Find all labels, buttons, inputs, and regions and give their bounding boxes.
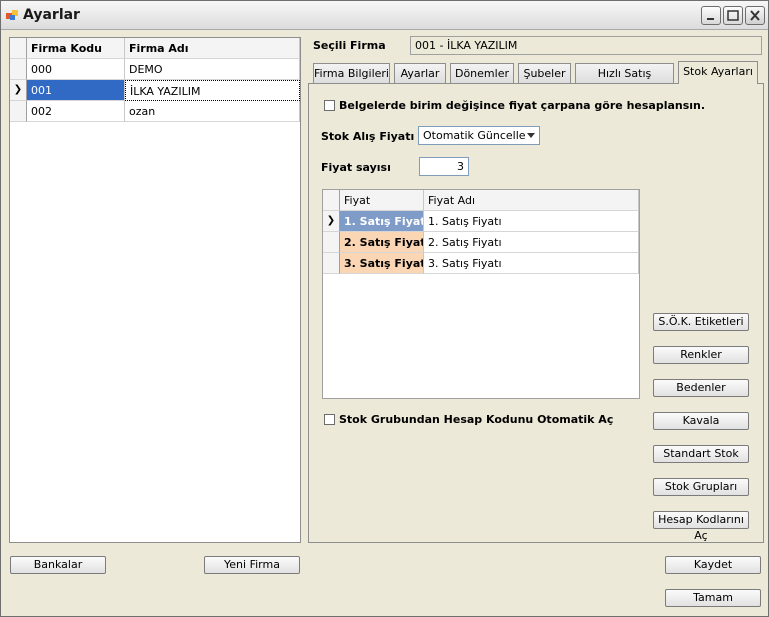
price-grid[interactable]: Fiyat Fiyat Adı ❯ 1. Satış Fiyatı 1. Sat… <box>322 189 640 399</box>
sizes-button[interactable]: Bedenler <box>653 379 749 397</box>
col-firma-kodu[interactable]: Firma Kodu <box>27 38 125 59</box>
grid-corner <box>10 38 27 59</box>
maximize-icon <box>727 10 739 21</box>
window-title: Ayarlar <box>23 7 80 23</box>
row-header[interactable] <box>10 101 27 122</box>
price-count-label: Fiyat sayısı <box>321 161 391 174</box>
price-name-cell[interactable]: 1. Satış Fiyatı <box>424 211 639 232</box>
selected-firm-label: Seçili Firma <box>313 39 386 52</box>
row-header[interactable] <box>323 232 340 253</box>
grid-corner <box>323 190 340 211</box>
selected-firm-field: 001 - İLKA YAZILIM <box>410 36 762 55</box>
close-button[interactable] <box>745 6 765 25</box>
current-row-indicator[interactable]: ❯ <box>323 211 340 232</box>
current-row-indicator[interactable]: ❯ <box>10 80 27 101</box>
purchase-price-label: Stok Alış Fiyatı <box>321 130 415 143</box>
unit-price-checkbox[interactable] <box>324 100 335 111</box>
kavala-button[interactable]: Kavala <box>653 412 749 430</box>
tab-ayarlar[interactable]: Ayarlar <box>394 63 446 84</box>
ok-button[interactable]: Tamam <box>665 589 761 607</box>
price-cell[interactable]: 1. Satış Fiyatı <box>340 211 424 232</box>
purchase-price-select[interactable]: Otomatik Güncelle <box>418 126 540 145</box>
firm-code-cell[interactable]: 001 <box>27 80 125 101</box>
title-bar[interactable]: Ayarlar <box>1 1 768 30</box>
purchase-price-value: Otomatik Güncelle <box>423 129 526 142</box>
maximize-button[interactable] <box>723 6 743 25</box>
tab-stok-ayarlari[interactable]: Stok Ayarları <box>678 61 758 84</box>
row-header[interactable] <box>10 59 27 80</box>
open-account-codes-button[interactable]: Hesap Kodlarını Aç <box>653 511 749 542</box>
sok-labels-button[interactable]: S.Ö.K. Etiketleri <box>653 313 749 331</box>
tab-donemler[interactable]: Dönemler <box>450 63 514 84</box>
col-firma-adi[interactable]: Firma Adı <box>125 38 300 59</box>
firm-name-cell[interactable]: DEMO <box>125 59 300 80</box>
banks-button[interactable]: Bankalar <box>10 556 106 574</box>
price-cell[interactable]: 3. Satış Fiyatı <box>340 253 424 274</box>
colors-button[interactable]: Renkler <box>653 346 749 364</box>
settings-window: Ayarlar Firma Kodu Firma Adı 000 DEMO ❯ … <box>0 0 769 617</box>
firm-code-cell[interactable]: 000 <box>27 59 125 80</box>
standard-stock-button[interactable]: Standart Stok <box>653 445 749 463</box>
price-name-cell[interactable]: 2. Satış Fiyatı <box>424 232 639 253</box>
firm-code-cell[interactable]: 002 <box>27 101 125 122</box>
row-header[interactable] <box>323 253 340 274</box>
app-icon <box>6 10 18 20</box>
col-fiyat-adi[interactable]: Fiyat Adı <box>424 190 639 211</box>
firm-name-cell[interactable]: ozan <box>125 101 300 122</box>
tab-hizli-satis-ayarlari[interactable]: Hızlı Satış Ayarları <box>575 63 674 100</box>
auto-account-checkbox[interactable] <box>324 414 335 425</box>
save-button[interactable]: Kaydet <box>665 556 761 574</box>
price-name-cell[interactable]: 3. Satış Fiyatı <box>424 253 639 274</box>
tab-firma-bilgileri[interactable]: Firma Bilgileri <box>313 63 390 84</box>
firm-name-cell[interactable]: İLKA YAZILIM <box>125 80 300 101</box>
price-cell[interactable]: 2. Satış Fiyatı <box>340 232 424 253</box>
minimize-icon <box>707 18 714 20</box>
auto-account-checkbox-label[interactable]: Stok Grubundan Hesap Kodunu Otomatik Aç <box>339 413 613 426</box>
tab-subeler[interactable]: Şubeler <box>518 63 571 84</box>
unit-price-checkbox-label[interactable]: Belgelerde birim değişince fiyat çarpana… <box>339 99 705 112</box>
close-icon <box>750 10 760 21</box>
new-firm-button[interactable]: Yeni Firma <box>204 556 300 574</box>
col-fiyat[interactable]: Fiyat <box>340 190 424 211</box>
price-count-input[interactable]: 3 <box>419 157 469 176</box>
firms-grid[interactable]: Firma Kodu Firma Adı 000 DEMO ❯ 001 İLKA… <box>9 37 301 543</box>
chevron-down-icon <box>527 133 535 138</box>
minimize-button[interactable] <box>701 6 721 25</box>
stock-groups-button[interactable]: Stok Grupları <box>653 478 749 496</box>
